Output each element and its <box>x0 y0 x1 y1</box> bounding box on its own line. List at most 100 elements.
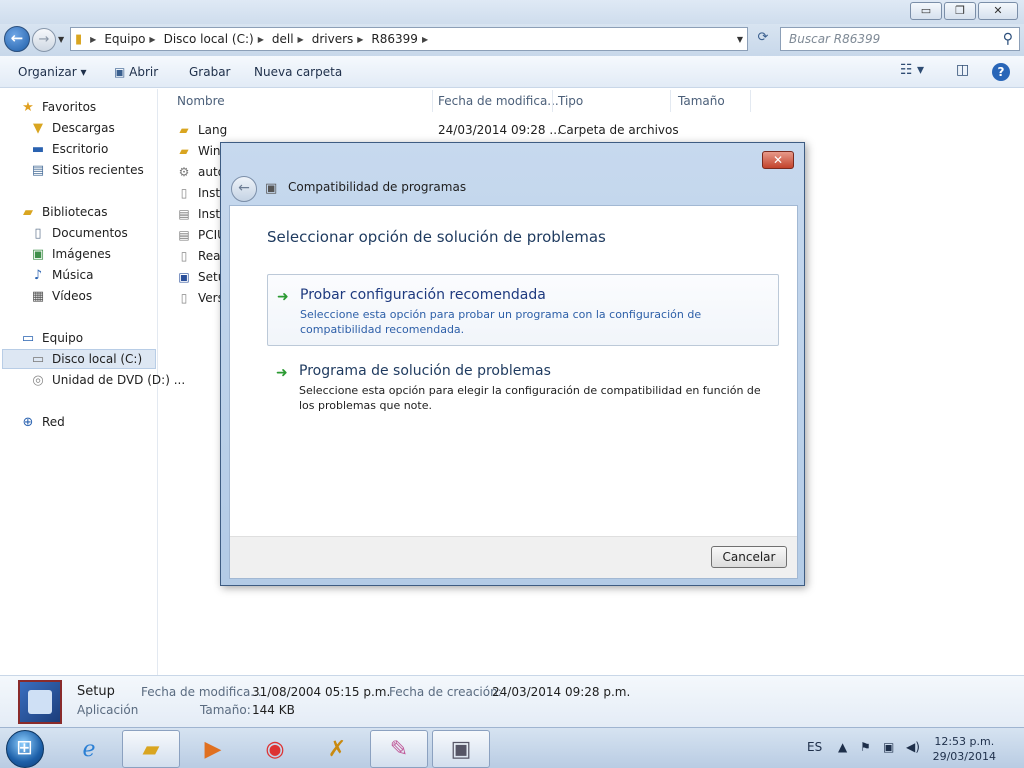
navigation-pane: ★ Favoritos ▼ Descargas ▬ Escritorio ▤ Sitio… <box>0 89 185 675</box>
open-button[interactable]: ▣ Abrir <box>114 65 158 79</box>
file-icon: ▯ <box>180 186 188 200</box>
nav-descargas[interactable]: ▼ Descargas <box>30 118 115 138</box>
green-arrow-icon: ➜ <box>277 289 289 305</box>
nav-disco-local[interactable]: ▭ Disco local (C:) <box>2 349 156 369</box>
computer-icon: ▭ <box>21 330 35 346</box>
show-hidden-icons-icon[interactable]: ▲ <box>838 740 847 754</box>
document-icon: ▤ <box>178 228 190 242</box>
details-size-value: 144 KB <box>252 703 295 717</box>
compatibility-taskbar-icon[interactable]: ▣ <box>432 730 490 768</box>
list-item[interactable]: ▰ Wini <box>176 141 224 161</box>
nav-red[interactable]: ⊕ Red <box>20 412 65 432</box>
drive-icon: ▭ <box>31 351 45 367</box>
option-troubleshoot-program[interactable]: ➜ Programa de solución de problemas Sele… <box>267 351 779 423</box>
dialog-body: Seleccionar opción de solución de proble… <box>229 205 798 579</box>
nav-imagenes[interactable]: ▣ Imágenes <box>30 244 111 264</box>
help-icon[interactable]: ? <box>992 63 1010 81</box>
settings-file-icon: ⚙ <box>178 165 190 179</box>
dialog-footer: Cancelar <box>230 536 797 578</box>
list-item[interactable]: ▣ Setu <box>176 267 225 287</box>
new-folder-button[interactable]: Nueva carpeta <box>254 65 342 79</box>
nav-bibliotecas[interactable]: ▰ Bibliotecas <box>20 202 107 222</box>
view-options-icon[interactable]: ☷ ▾ <box>900 62 924 78</box>
language-indicator[interactable]: ES <box>807 740 822 754</box>
dvd-drive-icon: ◎ <box>32 372 44 388</box>
volume-icon[interactable]: ◀) <box>906 740 920 754</box>
breadcrumb-drivers[interactable]: drivers ▶ <box>312 32 364 46</box>
document-icon: ▤ <box>178 207 190 221</box>
start-button[interactable] <box>6 730 44 768</box>
downloads-icon: ▼ <box>33 120 43 136</box>
nav-documentos[interactable]: ▯ Documentos <box>30 223 127 243</box>
list-item[interactable]: ▰ Lang <box>176 120 227 140</box>
paint-icon[interactable]: ✎ <box>370 730 428 768</box>
details-modified-label: Fecha de modifica... <box>141 685 262 699</box>
details-modified-value: 31/08/2004 05:15 p.m. <box>252 685 391 699</box>
clock[interactable]: 12:53 p.m. 29/03/2014 <box>933 734 996 764</box>
burn-button[interactable]: Grabar <box>189 65 231 79</box>
cancel-button[interactable]: Cancelar <box>711 546 787 568</box>
internet-explorer-icon[interactable]: ℯ <box>60 730 118 768</box>
refresh-icon[interactable]: ⟳ <box>752 30 774 50</box>
close-button[interactable]: ✕ <box>978 2 1018 20</box>
address-row: ← → ▼ ▮ ▶ Equipo ▶ Disco local (C:) ▶ de… <box>0 24 1024 56</box>
search-input[interactable]: Buscar R86399 ⚲ <box>780 27 1020 51</box>
file-date: 24/03/2014 09:28 ... <box>438 123 561 137</box>
desktop-icon: ▬ <box>31 141 45 157</box>
address-dropdown-icon[interactable]: ▼ <box>737 35 743 44</box>
chrome-icon[interactable]: ◉ <box>246 730 304 768</box>
preview-pane-icon[interactable]: ◫ <box>956 62 969 78</box>
tools-app-icon[interactable]: ✗ <box>308 730 366 768</box>
breadcrumb-disco-local[interactable]: Disco local (C:) ▶ <box>164 32 264 46</box>
list-item[interactable]: ▯ Vers <box>176 288 224 308</box>
details-kind: Aplicación <box>77 703 139 717</box>
explorer-taskbar-icon[interactable]: ▰ <box>122 730 180 768</box>
star-icon: ★ <box>22 99 34 115</box>
option-title: Probar configuración recomendada <box>300 287 546 303</box>
breadcrumb-dell[interactable]: dell ▶ <box>272 32 304 46</box>
nav-dvd[interactable]: ◎ Unidad de DVD (D:) ... <box>30 370 185 390</box>
nav-equipo[interactable]: ▭ Equipo <box>20 328 83 348</box>
videos-icon: ▦ <box>31 288 45 304</box>
open-icon: ▣ <box>114 65 126 79</box>
nav-escritorio[interactable]: ▬ Escritorio <box>30 139 109 159</box>
back-button[interactable]: ← <box>4 26 30 52</box>
dialog-close-button[interactable]: ✕ <box>762 151 794 169</box>
nav-musica[interactable]: ♪ Música <box>30 265 94 285</box>
list-item[interactable]: ▤ Instr <box>176 204 225 224</box>
breadcrumb-r86399[interactable]: R86399 ▶ <box>371 32 428 46</box>
details-size-label: Tamaño: <box>200 703 251 717</box>
libraries-icon: ▰ <box>23 204 33 220</box>
nav-videos[interactable]: ▦ Vídeos <box>30 286 92 306</box>
forward-button[interactable]: → <box>32 28 56 52</box>
maximize-button[interactable]: ❐ <box>944 2 976 20</box>
list-item[interactable]: ⚙ auto <box>176 162 225 182</box>
setup-app-icon <box>18 680 62 724</box>
breadcrumb-equipo[interactable]: Equipo ▶ <box>104 32 155 46</box>
file-icon: ▯ <box>180 291 188 305</box>
network-tray-icon[interactable]: ▣ <box>883 740 894 754</box>
recent-pages-dropdown[interactable]: ▼ <box>58 35 64 44</box>
organize-button[interactable]: Organizar ▾ <box>18 65 87 79</box>
media-player-icon[interactable]: ▶ <box>184 730 242 768</box>
network-icon: ⊕ <box>22 414 34 430</box>
details-created-label: Fecha de creación: <box>389 685 502 699</box>
nav-favoritos[interactable]: ★ Favoritos <box>20 97 96 117</box>
command-bar: Organizar ▾ ▣ Abrir Grabar Nueva carpeta… <box>0 56 1024 88</box>
option-description: Seleccione esta opción para probar un pr… <box>300 308 702 336</box>
column-header-size[interactable]: Tamaño <box>678 94 725 116</box>
column-header-type[interactable]: Tipo <box>558 94 583 116</box>
flag-icon[interactable]: ⚑ <box>860 740 871 754</box>
search-icon[interactable]: ⚲ <box>1003 28 1013 50</box>
dialog-back-button[interactable]: ← <box>231 176 257 202</box>
option-recommended-settings[interactable]: ➜ Probar configuración recomendada Selec… <box>267 274 779 346</box>
list-item[interactable]: ▤ PCIU <box>176 225 226 245</box>
file-type: Carpeta de archivos <box>558 123 679 137</box>
nav-sitios-recientes[interactable]: ▤ Sitios recientes <box>30 160 144 180</box>
window-titlebar: ▭ ❐ ✕ <box>0 0 1024 24</box>
column-header-date[interactable]: Fecha de modifica... <box>438 94 559 116</box>
details-name: Setup <box>77 684 115 699</box>
address-bar[interactable]: ▮ ▶ Equipo ▶ Disco local (C:) ▶ dell ▶ d… <box>70 27 748 51</box>
minimize-button[interactable]: ▭ <box>910 2 942 20</box>
column-header-name[interactable]: Nombre <box>177 94 225 116</box>
